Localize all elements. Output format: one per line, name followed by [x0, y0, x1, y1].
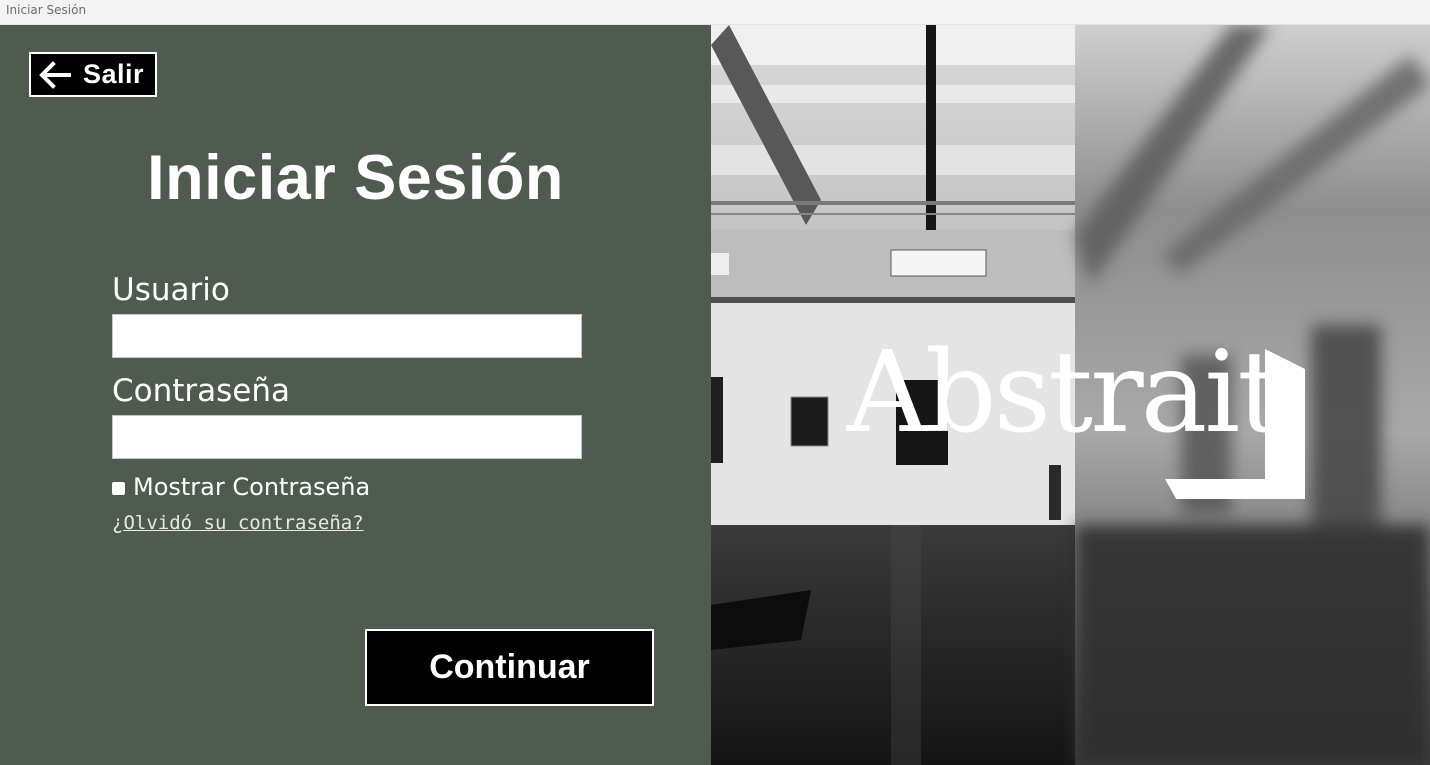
arrow-left-icon	[37, 60, 73, 90]
abstrait-logo: Abstrait	[847, 337, 1307, 499]
window-title: Iniciar Sesión	[6, 3, 87, 17]
login-panel: Salir Iniciar Sesión Usuario Contraseña …	[0, 25, 711, 765]
username-label: Usuario	[112, 272, 230, 308]
forgot-password-link[interactable]: ¿Olvidó su contraseña?	[112, 512, 364, 534]
gallery-image-panel: Abstrait	[711, 25, 1430, 765]
show-password-checkbox[interactable]	[112, 481, 125, 495]
show-password-toggle[interactable]: Mostrar Contraseña	[112, 473, 370, 501]
password-label: Contraseña	[112, 373, 291, 409]
password-input[interactable]	[112, 415, 582, 459]
back-button[interactable]: Salir	[29, 52, 157, 97]
page-title: Iniciar Sesión	[147, 143, 564, 213]
username-input[interactable]	[112, 314, 582, 358]
back-button-label: Salir	[83, 59, 145, 89]
continue-button[interactable]: Continuar	[365, 629, 654, 706]
show-password-label: Mostrar Contraseña	[133, 473, 371, 501]
window-titlebar: Iniciar Sesión	[0, 0, 1430, 25]
